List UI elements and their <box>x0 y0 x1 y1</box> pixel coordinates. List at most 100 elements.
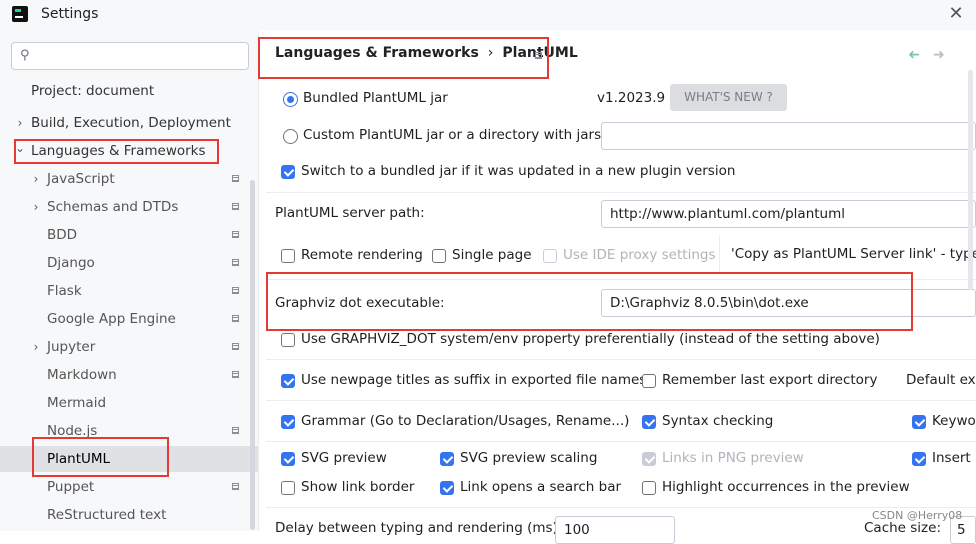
sidebar-item-flask[interactable]: Flask <box>0 278 258 304</box>
grammar-label: Grammar (Go to Declaration/Usages, Renam… <box>301 413 630 429</box>
divider <box>266 400 976 401</box>
syntax-checking-checkbox[interactable] <box>642 415 656 429</box>
highlight-occurrences-checkbox[interactable] <box>642 481 656 495</box>
delay-input[interactable]: 100 <box>555 516 675 544</box>
link-search-label: Link opens a search bar <box>460 479 622 495</box>
forward-arrow-icon[interactable]: ➜ <box>933 47 945 63</box>
server-path-label: PlantUML server path: <box>275 205 425 221</box>
sidebar-item-label: BDD <box>47 227 78 243</box>
divider <box>266 359 976 360</box>
main-scrollbar[interactable] <box>968 70 973 290</box>
sidebar-item-markdown[interactable]: Markdown <box>0 362 258 388</box>
single-page-label: Single page <box>452 247 532 263</box>
show-link-border-label: Show link border <box>301 479 415 495</box>
sidebar-item-label: Build, Execution, Deployment <box>31 115 231 131</box>
syntax-checking-label: Syntax checking <box>662 413 774 429</box>
sidebar-item-mermaid[interactable]: Mermaid <box>0 390 258 416</box>
link-search-checkbox[interactable] <box>440 481 454 495</box>
svg-scaling-checkbox[interactable] <box>440 452 454 466</box>
project-level-icon <box>232 175 239 182</box>
divider <box>266 507 976 508</box>
newpage-titles-checkbox[interactable] <box>281 374 295 388</box>
copy-link-type-label: 'Copy as PlantUML Server link' - type: <box>731 246 976 262</box>
settings-search-input[interactable]: ⚲ <box>11 42 249 70</box>
newpage-titles-label: Use newpage titles as suffix in exported… <box>301 372 647 388</box>
sidebar-item-label: Flask <box>47 283 82 299</box>
sidebar-item-schemas-dtds[interactable]: › Schemas and DTDs <box>0 194 258 220</box>
links-png-checkbox[interactable] <box>642 452 656 466</box>
sidebar-item-label: Project: document <box>31 83 155 99</box>
single-page-checkbox[interactable] <box>432 249 446 263</box>
project-level-icon <box>232 343 239 350</box>
remember-export-label: Remember last export directory <box>662 372 878 388</box>
project-level-icon <box>232 483 239 490</box>
server-path-input[interactable]: http://www.plantuml.com/plantuml <box>601 200 976 228</box>
sidebar-item-restructured-text[interactable]: ReStructured text <box>0 502 258 528</box>
divider <box>266 279 976 280</box>
chevron-right-icon[interactable]: › <box>30 166 42 192</box>
graphviz-label: Graphviz dot executable: <box>275 295 445 311</box>
insert-checkbox[interactable] <box>912 452 926 466</box>
sidebar-item-label: Node.js <box>47 423 98 439</box>
remote-rendering-label: Remote rendering <box>301 247 423 263</box>
keyword-checkbox[interactable] <box>912 415 926 429</box>
sidebar-item-label: Google App Engine <box>47 311 176 327</box>
switch-bundled-checkbox[interactable] <box>281 165 295 179</box>
show-link-border-checkbox[interactable] <box>281 481 295 495</box>
chevron-right-icon[interactable]: › <box>14 110 26 136</box>
sidebar-scrollbar[interactable] <box>250 180 255 530</box>
sidebar-item-label: Jupyter <box>47 339 96 355</box>
custom-jar-path-input[interactable] <box>601 122 976 150</box>
links-png-label: Links in PNG preview <box>662 450 804 466</box>
grammar-checkbox[interactable] <box>281 415 295 429</box>
sidebar-item-project[interactable]: Project: document <box>0 78 258 104</box>
sidebar-item-jupyter[interactable]: › Jupyter <box>0 334 258 360</box>
switch-bundled-label: Switch to a bundled jar if it was update… <box>301 163 736 179</box>
sidebar-item-label: PlantUML <box>47 451 111 467</box>
graphviz-env-checkbox[interactable] <box>281 333 295 347</box>
sidebar-item-nodejs[interactable]: Node.js <box>0 418 258 444</box>
sidebar-item-label: JavaScript <box>47 171 115 187</box>
default-export-label: Default exp <box>906 372 976 388</box>
sidebar-item-javascript[interactable]: › JavaScript <box>0 166 258 192</box>
sidebar-item-label: Schemas and DTDs <box>47 199 179 215</box>
bundled-jar-label: Bundled PlantUML jar <box>303 90 448 106</box>
custom-jar-radio[interactable] <box>283 129 298 144</box>
watermark-text: CSDN @Herry08 <box>872 509 963 522</box>
chevron-down-icon[interactable]: ⌄ <box>14 135 26 161</box>
sidebar-item-google-app-engine[interactable]: Google App Engine <box>0 306 258 332</box>
chevron-right-icon[interactable]: › <box>30 334 42 360</box>
sidebar-item-label: Languages & Frameworks <box>31 143 206 159</box>
ide-proxy-checkbox[interactable] <box>543 249 557 263</box>
sidebar-item-plantuml[interactable]: PlantUML <box>0 446 258 472</box>
chevron-right-icon[interactable]: › <box>30 194 42 220</box>
close-icon[interactable]: ✕ <box>946 4 966 24</box>
breadcrumb-parent[interactable]: Languages & Frameworks <box>275 45 479 61</box>
sidebar-item-build-execution-deployment[interactable]: › Build, Execution, Deployment <box>0 110 258 136</box>
bundled-jar-radio[interactable] <box>283 92 298 107</box>
sidebar-item-languages-frameworks[interactable]: ⌄ Languages & Frameworks <box>0 138 258 164</box>
sidebar-item-puppet[interactable]: Puppet <box>0 474 258 500</box>
project-level-icon <box>232 427 239 434</box>
sidebar-item-django[interactable]: Django <box>0 250 258 276</box>
custom-jar-label: Custom PlantUML jar or a directory with … <box>303 127 606 143</box>
sidebar-item-bdd[interactable]: BDD <box>0 222 258 248</box>
divider <box>266 192 976 193</box>
divider <box>266 441 976 442</box>
breadcrumb: Languages & Frameworks›PlantUML <box>275 45 578 61</box>
svg-preview-checkbox[interactable] <box>281 452 295 466</box>
remember-export-checkbox[interactable] <box>642 374 656 388</box>
project-level-icon <box>232 231 239 238</box>
svg-preview-label: SVG preview <box>301 450 387 466</box>
graphviz-path-input[interactable]: D:\Graphviz 8.0.5\bin\dot.exe <box>601 289 976 317</box>
sidebar-item-label: Mermaid <box>47 395 107 411</box>
project-level-icon <box>535 52 542 59</box>
cache-size-label: Cache size: <box>864 520 941 536</box>
remote-rendering-checkbox[interactable] <box>281 249 295 263</box>
sidebar-item-label: Markdown <box>47 367 117 383</box>
insert-label: Insert p <box>932 450 976 466</box>
keyword-label: Keywor <box>932 413 976 429</box>
whats-new-button[interactable]: WHAT'S NEW ? <box>670 84 787 111</box>
title-bar: Settings ✕ <box>0 0 976 30</box>
back-arrow-icon[interactable]: ➜ <box>908 47 920 63</box>
